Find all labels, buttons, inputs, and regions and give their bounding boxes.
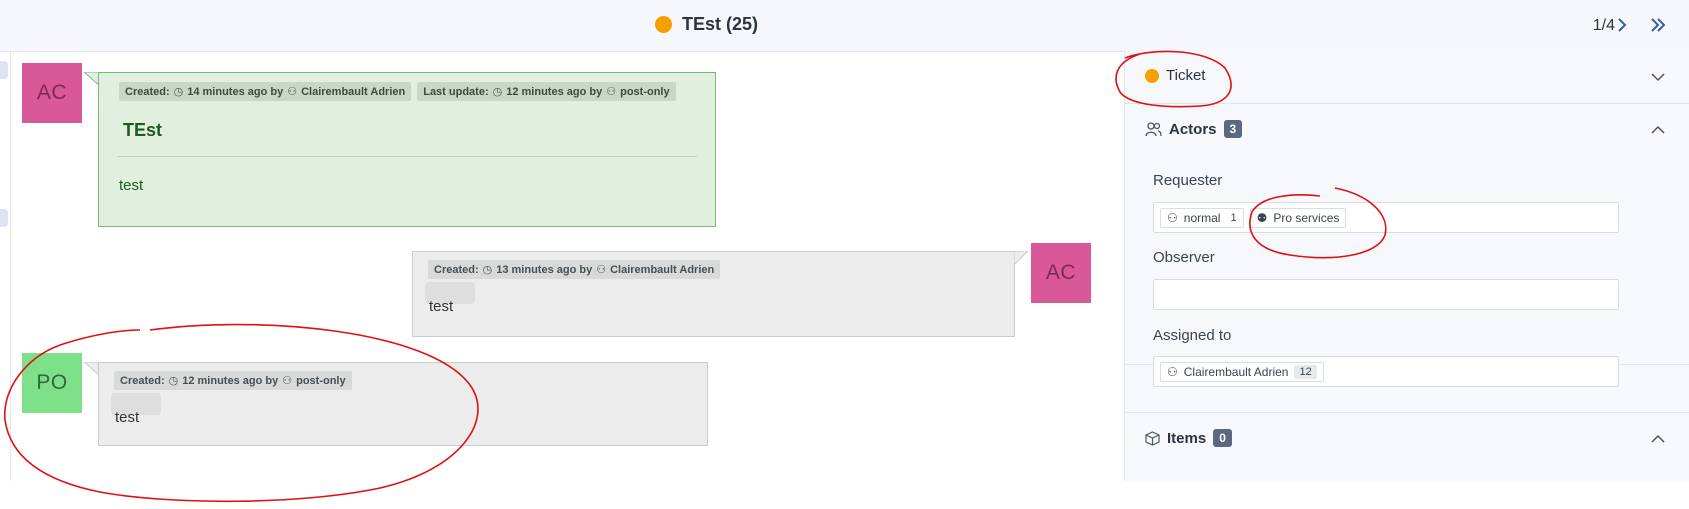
ticket-sidebar: Ticket Actors 3 Requester ⚇ normal 1 ⚉ P… — [1124, 51, 1689, 481]
items-count-badge: 0 — [1213, 429, 1232, 447]
user-icon: ⚇ — [596, 264, 607, 276]
ticket-header: TEst (25) 1/4 — [0, 0, 1689, 52]
status-dot-icon — [655, 16, 672, 33]
requester-chip-group[interactable]: ⚉ Pro services — [1249, 207, 1347, 228]
left-edge-tab[interactable] — [0, 61, 8, 79]
chevron-up-icon[interactable] — [1650, 122, 1666, 138]
followup-text: test — [115, 409, 140, 426]
user-icon: ⚇ — [1167, 210, 1178, 225]
next-button[interactable] — [1611, 14, 1633, 36]
created-label: Created: — [434, 263, 479, 276]
created-badge: Created: ◷ 12 minutes ago by ⚇ post-only — [114, 371, 352, 390]
user-icon: ⚇ — [287, 86, 298, 98]
clock-icon: ◷ — [173, 86, 184, 98]
clock-icon: ◷ — [168, 375, 179, 387]
assigned-chip-user[interactable]: ⚇ Clairembault Adrien 12 — [1160, 361, 1324, 382]
update-badge: Last update: ◷ 12 minutes ago by ⚇ post-… — [417, 82, 676, 101]
section-items-title[interactable]: Items 0 — [1145, 429, 1232, 447]
observer-field[interactable] — [1153, 279, 1619, 310]
created-badge: Created: ◷ 13 minutes ago by ⚇ Clairemba… — [428, 260, 721, 279]
followup-meta: Created: ◷ 12 minutes ago by ⚇ post-only — [114, 371, 352, 390]
ticket-title-wrap: TEst (25) — [655, 14, 758, 35]
created-label: Created: — [125, 85, 170, 98]
chip-label: Pro services — [1273, 210, 1340, 225]
bubble-pointer — [1014, 251, 1028, 265]
section-actors-label: Actors — [1169, 120, 1217, 138]
created-user[interactable]: Clairembault Adrien — [301, 86, 405, 98]
clock-icon: ◷ — [482, 264, 493, 276]
created-time: 13 minutes ago by — [496, 263, 593, 276]
chip-label: normal — [1183, 210, 1221, 225]
section-items-label: Items — [1167, 429, 1207, 447]
chevron-down-icon[interactable] — [1650, 69, 1666, 85]
update-label: Last update: — [423, 85, 489, 98]
created-time: 12 minutes ago by — [182, 374, 279, 387]
requester-field[interactable]: ⚇ normal 1 ⚉ Pro services — [1153, 202, 1619, 233]
ticket-description: test — [119, 177, 144, 194]
actors-count-badge: 3 — [1223, 120, 1243, 138]
ticket-meta: Created: ◷ 14 minutes ago by ⚇ Clairemba… — [119, 82, 676, 101]
assigned-label: Assigned to — [1153, 327, 1232, 344]
update-time: 12 minutes ago by — [506, 85, 603, 98]
chevron-up-icon[interactable] — [1650, 431, 1666, 447]
section-items: Items 0 — [1125, 412, 1689, 465]
followup-meta: Created: ◷ 13 minutes ago by ⚇ Clairemba… — [428, 260, 721, 279]
created-badge: Created: ◷ 14 minutes ago by ⚇ Clairemba… — [119, 82, 412, 101]
update-user[interactable]: post-only — [620, 86, 670, 98]
avatar: AC — [22, 63, 82, 123]
assigned-field[interactable]: ⚇ Clairembault Adrien 12 — [1153, 356, 1619, 387]
chip-label: Clairembault Adrien — [1183, 364, 1289, 379]
followup-bubble: Created: ◷ 13 minutes ago by ⚇ Clairemba… — [412, 251, 1015, 337]
created-user[interactable]: post-only — [296, 375, 346, 387]
chip-count: 12 — [1294, 364, 1317, 379]
box-icon — [1145, 430, 1160, 446]
group-icon: ⚉ — [1256, 210, 1268, 225]
requester-chip-user[interactable]: ⚇ normal 1 — [1160, 207, 1244, 228]
user-icon: ⚇ — [1167, 364, 1178, 379]
observer-label: Observer — [1153, 249, 1215, 266]
chip-count: 1 — [1230, 211, 1237, 224]
group-icon — [1145, 121, 1162, 136]
created-time: 14 minutes ago by — [187, 85, 284, 98]
left-panel-edge — [0, 51, 11, 481]
created-user[interactable]: Clairembault Adrien — [610, 264, 714, 276]
last-button[interactable] — [1647, 14, 1669, 36]
followup-text: test — [429, 298, 454, 315]
user-icon: ⚇ — [606, 86, 617, 98]
avatar: PO — [22, 353, 82, 413]
status-dot-icon — [1145, 68, 1159, 83]
clock-icon: ◷ — [492, 86, 503, 98]
ticket-name: TEst — [123, 120, 163, 140]
section-actors: Actors 3 Requester ⚇ normal 1 ⚉ Pro serv… — [1125, 104, 1689, 365]
section-ticket-title: Ticket — [1145, 67, 1205, 84]
ticket-title: TEst (25) — [682, 14, 759, 34]
chevron-right-icon — [1618, 18, 1627, 32]
double-chevron-right-icon — [1651, 18, 1666, 32]
divider — [117, 156, 697, 157]
created-label: Created: — [120, 374, 165, 387]
section-ticket[interactable]: Ticket — [1125, 51, 1689, 104]
section-actors-title[interactable]: Actors 3 — [1145, 120, 1243, 138]
section-ticket-label: Ticket — [1166, 67, 1206, 84]
requester-label: Requester — [1153, 172, 1223, 189]
user-icon: ⚇ — [282, 375, 293, 387]
ticket-content-bubble: Created: ◷ 14 minutes ago by ⚇ Clairemba… — [98, 72, 716, 227]
avatar: AC — [1031, 243, 1091, 303]
followup-bubble: Created: ◷ 12 minutes ago by ⚇ post-only… — [98, 362, 708, 446]
left-edge-tab[interactable] — [0, 209, 8, 227]
